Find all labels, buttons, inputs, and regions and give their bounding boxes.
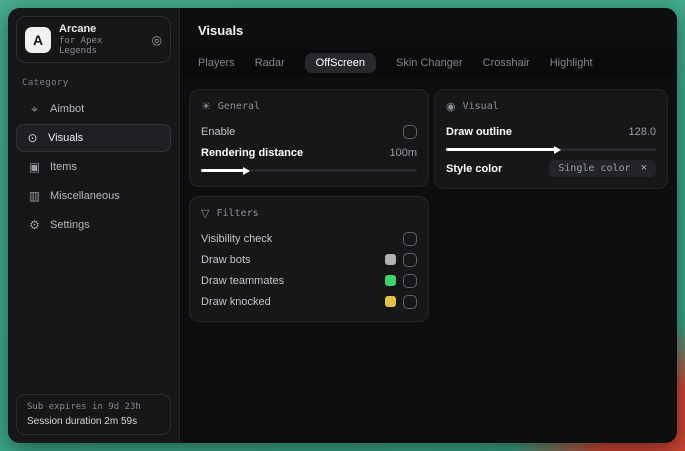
app-name: Arcane xyxy=(59,23,97,35)
panel-title: General xyxy=(217,101,261,112)
draw-bots-row: Draw bots xyxy=(201,249,417,270)
sidebar-item-miscellaneous[interactable]: ▥ Miscellaneous xyxy=(18,182,169,210)
tab-skin-changer[interactable]: Skin Changer xyxy=(396,53,463,73)
sidebar-item-aimbot[interactable]: ⌖ Aimbot xyxy=(18,95,169,123)
visibility-check-checkbox[interactable] xyxy=(403,231,417,246)
filters-panel: ▽ Filters Visibility check Draw bots Dra… xyxy=(189,196,429,322)
slider-fill xyxy=(201,166,251,175)
app-logo: A xyxy=(25,26,51,53)
tab-radar[interactable]: Radar xyxy=(255,53,285,73)
bar-chart-icon: ▥ xyxy=(28,189,41,203)
rendering-distance-value: 100m xyxy=(389,146,417,159)
sidebar: A Arcane for Apex Legends ◎ Category ⌖ A… xyxy=(8,8,180,443)
draw-outline-value: 128.0 xyxy=(628,125,656,138)
panel-title: Filters xyxy=(216,208,259,219)
filters-panel-header: ▽ Filters xyxy=(201,208,417,219)
sub-expires-text: Sub expires in 9d 23h xyxy=(27,402,141,412)
rendering-distance-label: Rendering distance xyxy=(201,146,304,159)
sidebar-item-label: Items xyxy=(50,161,77,173)
draw-outline-label: Draw outline xyxy=(446,125,513,138)
visual-panel: ◉ Visual Draw outline 128.0 Style color … xyxy=(434,89,668,189)
style-color-select[interactable]: Single color × xyxy=(549,160,656,177)
general-panel: ☀ General Enable Rendering distance 100m xyxy=(189,89,429,187)
sidebar-item-label: Miscellaneous xyxy=(50,190,120,202)
color-swatch[interactable] xyxy=(385,254,396,265)
visibility-check-row: Visibility check xyxy=(201,228,417,249)
tab-crosshair[interactable]: Crosshair xyxy=(483,53,530,73)
slider-thumb[interactable] xyxy=(243,166,251,175)
draw-knocked-label: Draw knocked xyxy=(201,295,271,308)
gear-icon: ⚙ xyxy=(29,218,40,232)
draw-teammates-row: Draw teammates xyxy=(201,270,417,291)
panel-title: Visual xyxy=(462,101,499,112)
sidebar-item-label: Visuals xyxy=(48,132,84,144)
draw-outline-row: Draw outline 128.0 xyxy=(446,121,656,142)
tab-players[interactable]: Players xyxy=(198,53,235,73)
slider-fill xyxy=(446,145,562,154)
style-color-value: Single color xyxy=(558,163,631,174)
funnel-icon: ▽ xyxy=(201,207,210,220)
visual-panel-header: ◉ Visual xyxy=(446,101,656,112)
session-duration-text: Session duration 2m 59s xyxy=(27,416,138,427)
draw-knocked-row: Draw knocked xyxy=(201,291,417,312)
draw-knocked-checkbox[interactable] xyxy=(403,294,417,309)
slider-thumb[interactable] xyxy=(554,145,562,154)
sun-icon: ☀ xyxy=(201,100,211,113)
page-title: Visuals xyxy=(198,23,244,38)
draw-teammates-controls xyxy=(385,273,417,288)
draw-outline-slider[interactable] xyxy=(446,145,656,154)
left-column: ☀ General Enable Rendering distance 100m xyxy=(189,89,429,322)
sidebar-item-items[interactable]: ▣ Items xyxy=(18,153,169,181)
color-swatch[interactable] xyxy=(385,296,396,307)
eye-icon: ◉ xyxy=(446,100,456,113)
draw-bots-checkbox[interactable] xyxy=(403,252,417,267)
app-window: A Arcane for Apex Legends ◎ Category ⌖ A… xyxy=(8,8,677,443)
box-icon: ▣ xyxy=(28,160,41,174)
content: ☀ General Enable Rendering distance 100m xyxy=(180,77,677,334)
rendering-distance-row: Rendering distance 100m xyxy=(201,142,417,163)
tab-highlight[interactable]: Highlight xyxy=(550,53,593,73)
general-panel-header: ☀ General xyxy=(201,101,417,112)
sidebar-item-settings[interactable]: ⚙ Settings xyxy=(18,211,169,239)
sidebar-item-visuals[interactable]: ⊙ Visuals xyxy=(16,124,171,152)
draw-bots-controls xyxy=(385,252,417,267)
main-area: Visuals Players Radar OffScreen Skin Cha… xyxy=(180,8,677,443)
draw-teammates-label: Draw teammates xyxy=(201,274,285,287)
style-color-label: Style color xyxy=(446,162,503,175)
right-column: ◉ Visual Draw outline 128.0 Style color … xyxy=(434,89,668,189)
subscription-info-card: Sub expires in 9d 23h Session duration 2… xyxy=(16,394,171,435)
sidebar-item-label: Aimbot xyxy=(50,103,85,115)
brand-card: A Arcane for Apex Legends ◎ xyxy=(16,16,171,63)
clear-icon[interactable]: × xyxy=(641,163,647,174)
style-color-row: Style color Single color × xyxy=(446,158,656,179)
enable-label: Enable xyxy=(201,125,236,138)
crosshair-pin-icon[interactable]: ◎ xyxy=(152,34,162,46)
enable-row: Enable xyxy=(201,121,417,142)
draw-teammates-checkbox[interactable] xyxy=(403,273,417,288)
visibility-check-label: Visibility check xyxy=(201,232,273,245)
crosshair-icon: ⌖ xyxy=(31,102,38,116)
tab-offscreen[interactable]: OffScreen xyxy=(304,53,376,73)
sidebar-item-label: Settings xyxy=(50,219,90,231)
enable-checkbox[interactable] xyxy=(403,124,417,139)
draw-bots-label: Draw bots xyxy=(201,253,251,266)
app-subtitle: for Apex Legends xyxy=(59,36,103,56)
rendering-distance-slider[interactable] xyxy=(201,166,417,175)
brand-meta: Arcane for Apex Legends xyxy=(59,23,144,56)
draw-knocked-controls xyxy=(385,294,417,309)
color-swatch[interactable] xyxy=(385,275,396,286)
category-label: Category xyxy=(22,78,69,88)
tab-bar: Players Radar OffScreen Skin Changer Cro… xyxy=(180,49,677,77)
scan-eye-icon: ⊙ xyxy=(27,131,38,145)
